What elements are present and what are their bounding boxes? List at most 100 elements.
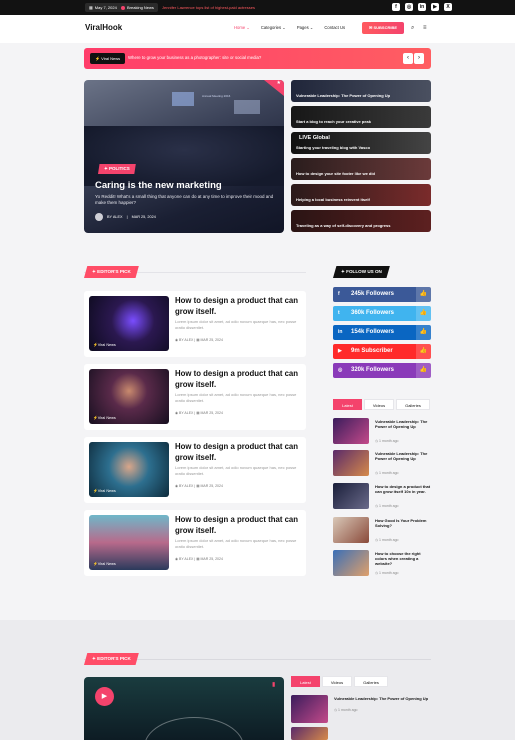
mini-post-thumbnail[interactable] [291, 695, 328, 723]
side-post[interactable]: Start a blog to reach your creative peak [291, 106, 431, 128]
post-title[interactable]: How to design a product that can grow it… [175, 515, 299, 536]
tab-latest[interactable]: Latest [333, 399, 362, 410]
post-title[interactable]: How to design a product that can grow it… [175, 296, 299, 317]
mini-post-thumbnail[interactable] [333, 483, 369, 509]
section-label: ✦ EDITOR'S PICK [84, 653, 139, 665]
mini-post-thumbnail[interactable] [333, 517, 369, 543]
linkedin-follow[interactable]: in 154k Followers 👍 [333, 325, 431, 340]
bookmark-icon[interactable]: ▮ [272, 681, 275, 688]
post-excerpt: Lorem ipsum dolor sit amet, ad odio novu… [175, 319, 297, 330]
instagram-follow[interactable]: ◎ 320k Followers 👍 [333, 363, 431, 378]
hero-post[interactable]: Annual Meeting 2016 ★ ✦ POLITICS Caring … [84, 80, 284, 233]
promo-text[interactable]: Where to grow your business as a photogr… [128, 55, 261, 60]
prev-arrow-icon[interactable]: ‹ [403, 53, 413, 64]
search-icon[interactable]: ⌕ [411, 25, 414, 32]
post-card[interactable]: ⚡Viral News How to design a product that… [84, 437, 306, 503]
mini-post-thumbnail[interactable] [291, 727, 328, 740]
linkedin-icon[interactable]: in [418, 3, 426, 11]
mini-post-title[interactable]: How Good Is Your Problem Solving? [375, 518, 433, 528]
menu-icon[interactable]: ≡ [423, 25, 427, 31]
post-thumbnail[interactable]: ⚡Viral News [89, 369, 169, 424]
mini-post[interactable]: How to choose the right colors when crea… [333, 550, 431, 578]
mini-post-title[interactable]: Vulnerable Leadership: The Power of Open… [334, 696, 434, 701]
youtube-follow[interactable]: ▶ 9m Subscriber 👍 [333, 344, 431, 359]
bottom-tabs: Latest Videos Galleries [291, 676, 388, 687]
post-author[interactable]: BY ALEX [179, 557, 193, 561]
youtube-icon[interactable]: ▶ [431, 3, 439, 11]
tab-galleries[interactable]: Galleries [354, 676, 388, 687]
breaking-badge: Breaking News [117, 3, 158, 12]
side-post[interactable]: LIVE Global Starting your traveling blog… [291, 132, 431, 154]
post-card[interactable]: ⚡Viral News How to design a product that… [84, 510, 306, 576]
hero-author[interactable]: BY ALEX [107, 215, 123, 219]
post-thumbnail[interactable]: ⚡Viral News [89, 442, 169, 497]
hero-desc: Yo Reddit! What's a small thing that any… [95, 194, 274, 206]
calendar-icon: ▦ [89, 5, 93, 10]
nav-categories-label: Categories [260, 25, 282, 30]
mini-post[interactable]: Vulnerable Leadership: The Power of Open… [291, 695, 431, 740]
linkedin-icon: in [338, 329, 343, 335]
follow-count: 245k Followers [351, 291, 395, 297]
mini-post-title[interactable]: Vulnerable Leadership: The Power of Open… [375, 419, 433, 429]
twitter-follow[interactable]: t 360k Followers 👍 [333, 306, 431, 321]
mini-post[interactable]: Vulnerable Leadership: The Power of Open… [333, 450, 431, 478]
post-tag[interactable]: ⚡Viral News [93, 415, 116, 420]
mini-post[interactable]: How Good Is Your Problem Solving? ◷ 1 mon… [333, 517, 431, 545]
mini-post-thumbnail[interactable] [333, 418, 369, 444]
mini-post-title[interactable]: How to design a product that can grow it… [375, 484, 433, 494]
nav-pages[interactable]: Pages ⌄ [297, 25, 314, 30]
nav-categories[interactable]: Categories ⌄ [261, 25, 286, 30]
mini-post[interactable]: Vulnerable Leadership: The Power of Open… [333, 418, 431, 446]
post-thumbnail[interactable]: ⚡Viral News [89, 515, 169, 570]
date-text: May 7, 2024 [94, 5, 117, 10]
hero-category[interactable]: ✦ POLITICS [98, 164, 136, 174]
side-post[interactable]: How to design your site footer like we d… [291, 158, 431, 180]
post-tag[interactable]: ⚡Viral News [93, 342, 116, 347]
post-tag[interactable]: ⚡Viral News [93, 561, 116, 566]
post-thumbnail[interactable]: ⚡Viral News [89, 296, 169, 351]
post-tag[interactable]: ⚡Viral News [93, 488, 116, 493]
nav-contact[interactable]: Contact Us [324, 25, 345, 30]
thumbs-up-icon: 👍 [416, 325, 431, 340]
mini-post[interactable]: How to design a product that can grow it… [333, 483, 431, 511]
nav-home[interactable]: Home ⌄ [234, 25, 250, 30]
post-card[interactable]: ⚡Viral News How to design a product that… [84, 364, 306, 430]
mini-post-title[interactable]: Vulnerable Leadership: The Power of Open… [375, 451, 433, 461]
site-header: ViralHook Home ⌄ Categories ⌄ Pages ⌄ Co… [0, 15, 515, 43]
hero-meta: BY ALEX | MAR 25, 2024 [95, 213, 156, 221]
post-author[interactable]: BY ALEX [179, 411, 193, 415]
facebook-follow[interactable]: f 245k Followers 👍 [333, 287, 431, 302]
post-author[interactable]: BY ALEX [179, 484, 193, 488]
instagram-icon[interactable]: ◎ [405, 3, 413, 11]
hero-title[interactable]: Caring is the new marketing [95, 180, 222, 191]
hero-image [84, 126, 284, 186]
mini-post-thumbnail[interactable] [333, 450, 369, 476]
side-post[interactable]: Vulnerable Leadership: The Power of Open… [291, 80, 431, 102]
side-post[interactable]: Helping a local business reinvent itself [291, 184, 431, 206]
sidebar-tabs: Latest Videos Galleries [333, 399, 430, 410]
tab-galleries[interactable]: Galleries [396, 399, 430, 410]
tab-videos[interactable]: Videos [363, 399, 395, 410]
logo[interactable]: ViralHook [85, 23, 122, 32]
facebook-icon[interactable]: f [392, 3, 400, 11]
mini-post-date: ◷ 1 month ago [375, 571, 399, 575]
breaking-ticker[interactable]: Jennifer Lawrence tops list of highest-p… [162, 3, 255, 12]
featured-video[interactable]: ▶ ▮ [84, 677, 284, 740]
mini-post-title[interactable]: How to choose the right colors when crea… [375, 551, 433, 566]
chevron-down-icon: ⌄ [309, 25, 314, 30]
tab-videos[interactable]: Videos [321, 676, 353, 687]
mini-post-date-text: 1 month ago [379, 471, 399, 475]
post-title[interactable]: How to design a product that can grow it… [175, 369, 299, 390]
subscribe-button[interactable]: ✉ SUBSCRIBE [362, 22, 404, 34]
post-author[interactable]: BY ALEX [179, 338, 193, 342]
follow-count: 9m Subscriber [351, 348, 393, 354]
play-icon[interactable]: ▶ [95, 687, 114, 706]
section-label: ✦ EDITOR'S PICK [84, 266, 139, 278]
x-icon[interactable]: X [444, 3, 452, 11]
mini-post-thumbnail[interactable] [333, 550, 369, 576]
tab-latest[interactable]: Latest [291, 676, 320, 687]
post-card[interactable]: ⚡Viral News How to design a product that… [84, 291, 306, 357]
next-arrow-icon[interactable]: › [414, 53, 424, 64]
post-title[interactable]: How to design a product that can grow it… [175, 442, 299, 463]
side-post[interactable]: Traveling as a way of self-discovery and… [291, 210, 431, 232]
